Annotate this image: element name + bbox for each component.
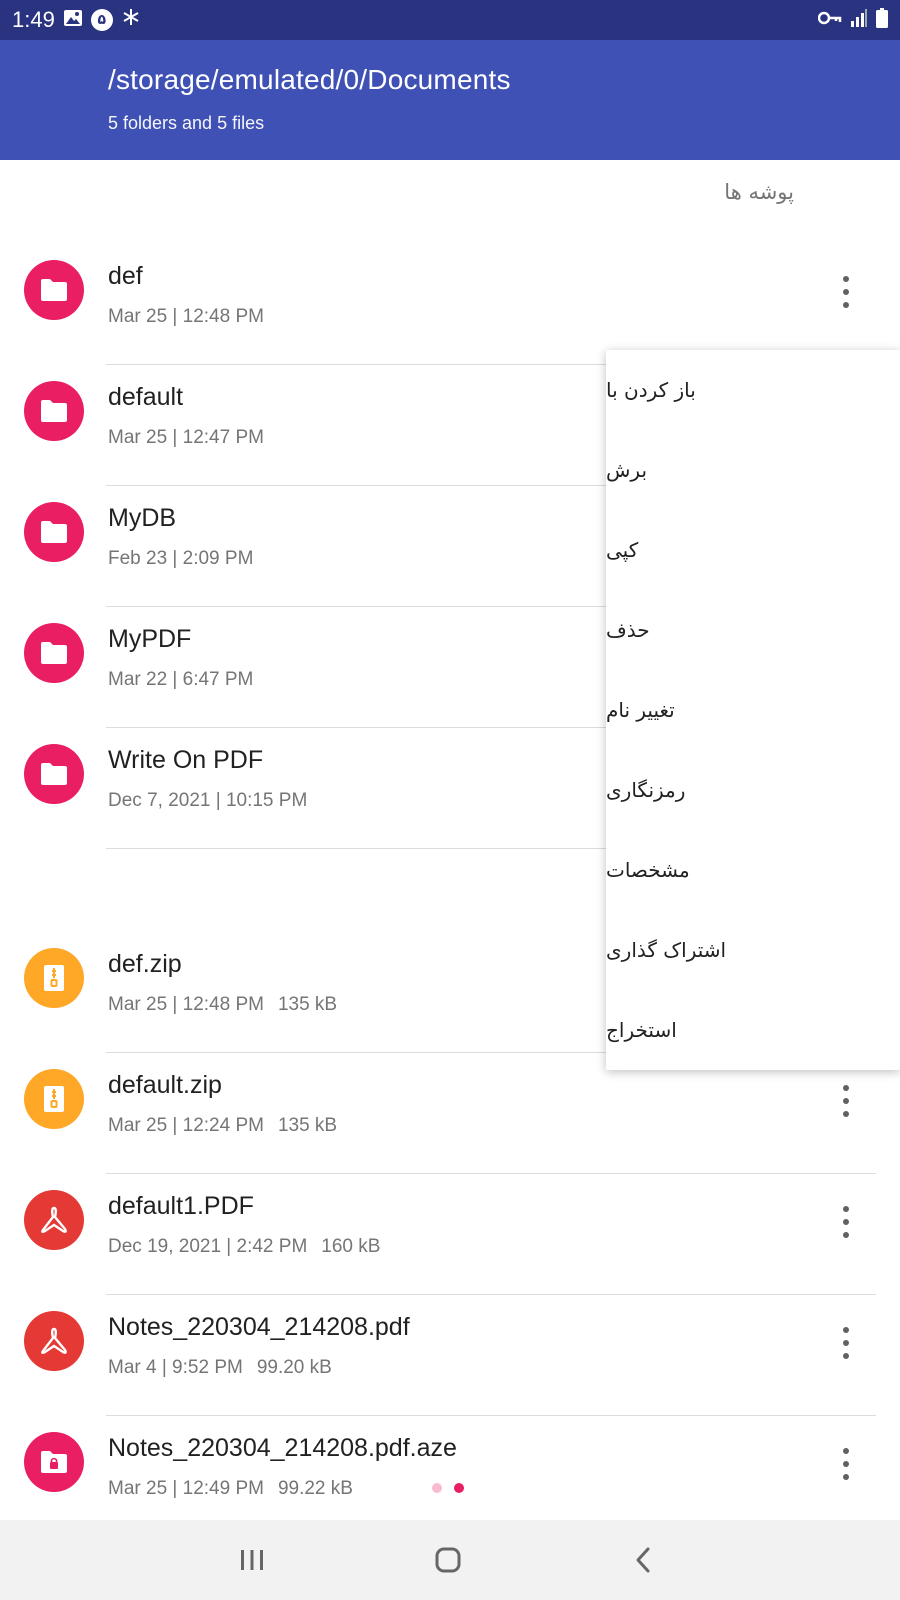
item-meta: Mar 25 | 12:48 PM 135 kB [108,994,337,1016]
menu-item-rename[interactable]: تغییر نام [606,670,900,750]
home-button[interactable] [418,1540,478,1580]
item-date: Mar 25 | 12:49 PM [108,1478,264,1499]
item-meta: Dec 7, 2021 | 10:15 PM [108,790,308,811]
item-size: 99.20 kB [256,1357,332,1378]
pdf-icon [24,1311,84,1371]
menu-item-open-with[interactable]: باز کردن با [606,350,900,430]
status-bar: 1:49 ۵ [0,0,900,40]
folder-icon [24,744,84,804]
item-name: MyDB [108,504,177,532]
gallery-icon [63,7,83,33]
menu-item-properties[interactable]: مشخصات [606,830,900,910]
item-date: Mar 4 | 9:52 PM [108,1357,243,1378]
item-date: Mar 25 | 12:24 PM [108,1115,264,1136]
item-date: Mar 25 | 12:48 PM [108,994,264,1015]
menu-item-delete[interactable]: حذف [606,590,900,670]
more-options-icon[interactable] [826,1325,866,1361]
item-name: def.zip [108,950,182,978]
notification-badge-text: ۵ [97,12,107,28]
page-dot [432,1483,442,1493]
item-size: 160 kB [321,1236,381,1257]
item-meta: Dec 19, 2021 | 2:42 PM 160 kB [108,1236,380,1258]
more-options-icon[interactable] [826,1204,866,1240]
item-size: 135 kB [277,1115,338,1136]
folder-row-def[interactable]: def Mar 25 | 12:48 PM [0,244,900,365]
menu-item-share[interactable]: اشتراک گذاری [606,910,900,990]
home-icon [435,1547,461,1573]
folder-file-count: 5 folders and 5 files [108,113,265,133]
item-meta: Mar 25 | 12:48 PM [108,306,264,327]
folder-icon [24,260,84,320]
more-options-icon[interactable] [826,1446,866,1482]
folder-icon [24,381,84,441]
menu-item-copy[interactable]: کپی [606,510,900,590]
context-menu: باز کردن با برش کپی حذف تغییر نام رمزنگا… [606,350,900,1070]
item-date: Dec 19, 2021 | 2:42 PM [108,1236,308,1257]
item-size: 99.22 kB [277,1478,353,1499]
more-options-icon[interactable] [826,1083,866,1119]
system-navigation-bar [0,1520,900,1600]
battery-icon [876,7,888,33]
recent-apps-button[interactable] [222,1540,282,1580]
page-indicator [432,1483,464,1493]
menu-item-extract[interactable]: استخراج [606,990,900,1070]
menu-item-cut[interactable]: برش [606,430,900,510]
back-button[interactable] [614,1540,674,1580]
zip-icon [24,1069,84,1129]
item-name: MyPDF [108,625,192,653]
item-meta: Mar 4 | 9:52 PM 99.20 kB [108,1357,332,1379]
file-row-default-zip[interactable]: default.zip Mar 25 | 12:24 PM 135 kB [0,1053,900,1174]
item-meta: Mar 22 | 6:47 PM [108,669,254,690]
locked-file-icon [24,1432,84,1492]
item-meta: Mar 25 | 12:24 PM 135 kB [108,1115,337,1137]
item-name: default1.PDF [108,1192,254,1220]
recent-apps-icon [241,1550,263,1570]
file-row-notes-pdf-aze[interactable]: Notes_220304_214208.pdf.aze Mar 25 | 12:… [0,1416,900,1537]
more-options-icon[interactable] [826,274,866,310]
notification-badge-icon: ۵ [90,9,113,31]
item-name: def [108,262,143,290]
file-row-notes-pdf[interactable]: Notes_220304_214208.pdf Mar 4 | 9:52 PM 9… [0,1295,900,1416]
app-bar: /storage/emulated/0/Documents 5 folders … [0,40,900,160]
vpn-key-icon [817,11,842,30]
item-name: default.zip [108,1071,222,1099]
folder-icon [24,623,84,683]
folder-icon [24,502,84,562]
item-name: Notes_220304_214208.pdf [108,1313,410,1341]
page-dot-active [454,1483,464,1493]
item-meta: Mar 25 | 12:47 PM [108,427,264,448]
signal-icon [850,8,868,32]
snowflake-icon [121,7,141,33]
item-meta: Mar 25 | 12:49 PM 99.22 kB [108,1478,353,1500]
item-name: Notes_220304_214208.pdf.aze [108,1434,457,1462]
item-meta: Feb 23 | 2:09 PM [108,548,254,569]
zip-icon [24,948,84,1008]
clock: 1:49 [12,7,55,32]
file-row-default1-pdf[interactable]: default1.PDF Dec 19, 2021 | 2:42 PM 160 k… [0,1174,900,1295]
item-name: default [108,383,184,411]
item-name: Write On PDF [108,746,264,774]
current-path-title: /storage/emulated/0/Documents [108,64,511,95]
item-size: 135 kB [277,994,338,1015]
back-icon [636,1547,650,1573]
folders-section-header: پوشه ها [724,180,794,204]
menu-item-encrypt[interactable]: رمزنگاری [606,750,900,830]
pdf-icon [24,1190,84,1250]
